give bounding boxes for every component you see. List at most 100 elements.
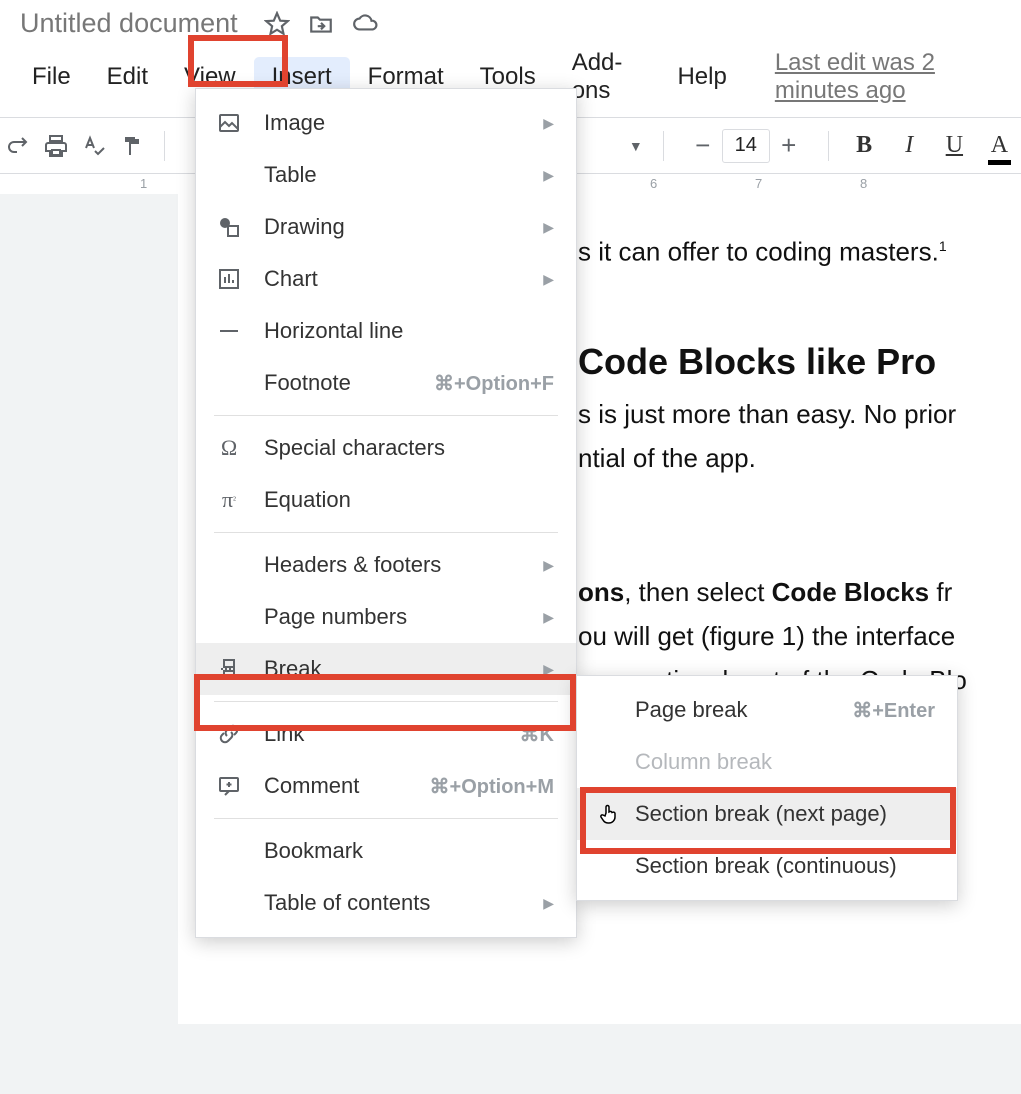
submenu-item-label: Page break bbox=[635, 697, 838, 723]
submenu-item-page-break[interactable]: Page break ⌘+Enter bbox=[577, 684, 957, 736]
menu-help[interactable]: Help bbox=[659, 57, 744, 97]
menu-item-equation[interactable]: π² Equation bbox=[196, 474, 576, 526]
font-dropdown-caret[interactable]: ▼ bbox=[629, 138, 643, 154]
blank-icon bbox=[216, 162, 242, 188]
print-icon[interactable] bbox=[44, 133, 68, 159]
font-size-value[interactable]: 14 bbox=[722, 129, 770, 163]
break-icon bbox=[216, 656, 242, 682]
menu-item-break[interactable]: Break ▶ bbox=[196, 643, 576, 695]
ruler-mark: 8 bbox=[860, 176, 867, 191]
submenu-arrow-icon: ▶ bbox=[543, 895, 554, 912]
menu-item-label: Table of contents bbox=[264, 890, 521, 916]
omega-icon: Ω bbox=[216, 435, 242, 461]
submenu-arrow-icon: ▶ bbox=[543, 167, 554, 184]
menu-item-link[interactable]: Link ⌘K bbox=[196, 708, 576, 760]
menu-item-horizontal-line[interactable]: Horizontal line bbox=[196, 305, 576, 357]
separator bbox=[214, 818, 558, 819]
menu-file[interactable]: File bbox=[14, 57, 89, 97]
submenu-arrow-icon: ▶ bbox=[543, 609, 554, 626]
menu-shortcut: ⌘+Option+F bbox=[434, 371, 554, 396]
decrease-font-button[interactable]: − bbox=[684, 127, 722, 165]
underline-button[interactable]: U bbox=[939, 129, 970, 163]
menu-item-bookmark[interactable]: Bookmark bbox=[196, 825, 576, 877]
blank-icon bbox=[216, 604, 242, 630]
submenu-item-section-break-next-page[interactable]: Section break (next page) bbox=[577, 788, 957, 840]
menu-item-label: Footnote bbox=[264, 370, 412, 396]
menu-item-label: Special characters bbox=[264, 435, 554, 461]
menu-item-label: Horizontal line bbox=[264, 318, 554, 344]
submenu-arrow-icon: ▶ bbox=[543, 661, 554, 678]
separator bbox=[214, 532, 558, 533]
blank-icon bbox=[216, 370, 242, 396]
submenu-item-label: Section break (next page) bbox=[635, 801, 935, 827]
menu-item-label: Break bbox=[264, 656, 521, 682]
ruler-mark: 7 bbox=[755, 176, 762, 191]
ruler-mark: 1 bbox=[140, 176, 147, 191]
comment-icon bbox=[216, 773, 242, 799]
font-size-control: − 14 + bbox=[684, 127, 808, 165]
cloud-status-icon[interactable] bbox=[352, 11, 378, 37]
title-bar: Untitled document bbox=[0, 0, 1021, 41]
menu-item-page-numbers[interactable]: Page numbers ▶ bbox=[196, 591, 576, 643]
menu-item-drawing[interactable]: Drawing ▶ bbox=[196, 201, 576, 253]
menu-item-comment[interactable]: Comment ⌘+Option+M bbox=[196, 760, 576, 812]
link-icon bbox=[216, 721, 242, 747]
menu-item-label: Drawing bbox=[264, 214, 521, 240]
separator bbox=[214, 415, 558, 416]
menu-item-label: Bookmark bbox=[264, 838, 554, 864]
pi-icon: π² bbox=[216, 487, 242, 513]
menu-item-label: Image bbox=[264, 110, 521, 136]
star-icon[interactable] bbox=[264, 11, 290, 37]
menu-item-label: Page numbers bbox=[264, 604, 521, 630]
separator bbox=[214, 701, 558, 702]
redo-icon[interactable] bbox=[6, 133, 30, 159]
menu-item-headers-footers[interactable]: Headers & footers ▶ bbox=[196, 539, 576, 591]
text-color-button[interactable]: A bbox=[984, 129, 1015, 163]
italic-button[interactable]: I bbox=[894, 129, 925, 163]
menu-edit[interactable]: Edit bbox=[89, 57, 166, 97]
menu-item-table-of-contents[interactable]: Table of contents ▶ bbox=[196, 877, 576, 929]
menu-item-label: Table bbox=[264, 162, 521, 188]
increase-font-button[interactable]: + bbox=[770, 127, 808, 165]
blank-icon bbox=[216, 552, 242, 578]
shapes-icon bbox=[216, 214, 242, 240]
separator bbox=[663, 131, 664, 161]
submenu-arrow-icon: ▶ bbox=[543, 115, 554, 132]
menu-item-special-characters[interactable]: Ω Special characters bbox=[196, 422, 576, 474]
menu-shortcut: ⌘K bbox=[520, 722, 554, 747]
insert-menu-dropdown: Image ▶ Table ▶ Drawing ▶ Chart ▶ Horizo… bbox=[195, 88, 577, 938]
document-title[interactable]: Untitled document bbox=[14, 6, 244, 41]
bold-button[interactable]: B bbox=[849, 129, 880, 163]
menu-item-footnote[interactable]: Footnote ⌘+Option+F bbox=[196, 357, 576, 409]
paint-format-icon[interactable] bbox=[120, 133, 144, 159]
separator bbox=[828, 131, 829, 161]
chart-icon bbox=[216, 266, 242, 292]
submenu-arrow-icon: ▶ bbox=[543, 219, 554, 236]
menu-item-chart[interactable]: Chart ▶ bbox=[196, 253, 576, 305]
menu-shortcut: ⌘+Enter bbox=[852, 698, 935, 723]
separator bbox=[164, 131, 165, 161]
submenu-item-section-break-continuous[interactable]: Section break (continuous) bbox=[577, 840, 957, 892]
menu-item-label: Link bbox=[264, 721, 498, 747]
title-icon-group bbox=[264, 11, 378, 37]
submenu-item-label: Section break (continuous) bbox=[635, 853, 935, 879]
last-edit-link[interactable]: Last edit was 2 minutes ago bbox=[775, 49, 1007, 105]
blank-icon bbox=[216, 838, 242, 864]
move-folder-icon[interactable] bbox=[308, 11, 334, 37]
break-submenu: Page break ⌘+Enter Column break Section … bbox=[576, 675, 958, 901]
submenu-arrow-icon: ▶ bbox=[543, 557, 554, 574]
menu-item-label: Equation bbox=[264, 487, 554, 513]
cursor-hand-icon bbox=[597, 802, 621, 826]
menu-item-image[interactable]: Image ▶ bbox=[196, 97, 576, 149]
image-icon bbox=[216, 110, 242, 136]
blank-icon bbox=[216, 890, 242, 916]
menu-item-label: Chart bbox=[264, 266, 521, 292]
spellcheck-icon[interactable] bbox=[82, 133, 106, 159]
hline-icon bbox=[216, 318, 242, 344]
ruler-mark: 6 bbox=[650, 176, 657, 191]
submenu-item-label: Column break bbox=[635, 749, 935, 775]
menu-shortcut: ⌘+Option+M bbox=[430, 774, 554, 799]
menu-item-label: Comment bbox=[264, 773, 408, 799]
submenu-arrow-icon: ▶ bbox=[543, 271, 554, 288]
menu-item-table[interactable]: Table ▶ bbox=[196, 149, 576, 201]
